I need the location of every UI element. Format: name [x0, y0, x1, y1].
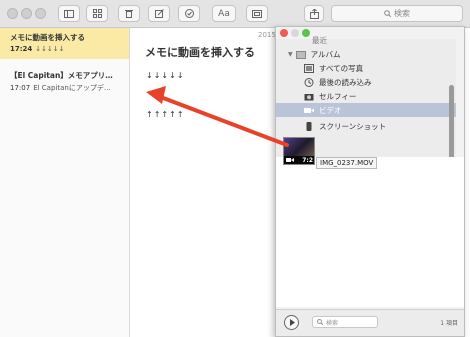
album-item-videos[interactable]: ビデオ	[276, 103, 456, 117]
attachments-button[interactable]	[86, 5, 108, 22]
video-thumbnail[interactable]: 7:2	[283, 137, 315, 165]
notes-window: Aa 検索 メモに動画を挿入する 17:24 ↓↓↓↓↓ 【El Capitan】…	[0, 0, 470, 337]
play-button[interactable]	[284, 315, 299, 330]
panel-search-placeholder: 検索	[326, 319, 339, 327]
album-item-screenshots[interactable]: スクリーンショット	[276, 119, 456, 133]
album-item-all-photos[interactable]: すべての写真	[276, 61, 456, 75]
share-button[interactable]	[304, 5, 324, 22]
note-time: 17:07	[10, 84, 31, 92]
zoom-window-button[interactable]	[35, 8, 46, 19]
note-title: メモに動画を挿入する	[10, 33, 85, 42]
video-icon	[304, 107, 314, 113]
compose-icon	[154, 9, 164, 18]
sidebar-icon	[64, 9, 74, 18]
video-duration: 7:2	[302, 157, 313, 164]
minimize-window-button[interactable]	[21, 8, 32, 19]
tree-scrollbar[interactable]	[449, 85, 454, 161]
toolbar: Aa 検索	[0, 0, 470, 28]
share-icon	[309, 8, 319, 19]
note-date: 2015	[258, 31, 276, 39]
note-body-line[interactable]: ↓↓↓↓↓	[146, 71, 185, 80]
camera-icon	[304, 93, 314, 100]
trash-icon	[125, 10, 133, 18]
search-placeholder: 検索	[394, 9, 410, 18]
font-button-label: Aa	[218, 8, 230, 19]
checkmark-circle-icon	[184, 9, 194, 18]
note-preview: El Capitanにアップデ…	[33, 84, 111, 92]
panel-bottom-bar: 検索 1 項目	[276, 309, 464, 336]
note-time: 17:24	[10, 45, 33, 53]
note-title: 【El Capitan】メモアプリ…	[10, 71, 113, 80]
new-note-button[interactable]	[148, 5, 170, 22]
photos-icon	[304, 63, 314, 73]
photo-browser-panel: 最近 ▼ アルバム すべての写真 最後の読み込み セルフィー ビデオ スクリーン…	[275, 26, 465, 337]
search-icon	[317, 319, 323, 325]
album-item-selfies[interactable]: セルフィー	[276, 89, 456, 103]
note-body-title[interactable]: メモに動画を挿入する	[145, 44, 255, 60]
panel-search-field[interactable]: 検索	[312, 316, 378, 328]
media-grid	[276, 157, 464, 307]
grid-icon	[92, 9, 102, 18]
font-button[interactable]: Aa	[212, 5, 236, 22]
tree-item-partial[interactable]: 最近	[276, 33, 456, 47]
search-icon	[384, 10, 391, 17]
note-body-line[interactable]: ↑↑↑↑↑	[146, 110, 185, 119]
note-item-selected[interactable]: メモに動画を挿入する 17:24 ↓↓↓↓↓	[0, 28, 129, 59]
video-badge-icon	[286, 158, 294, 162]
search-field[interactable]: 検索	[331, 5, 463, 22]
delete-button[interactable]	[118, 5, 140, 22]
album-group-header[interactable]: ▼ アルバム	[276, 47, 456, 61]
phone-icon	[306, 121, 312, 131]
close-window-button[interactable]	[7, 8, 18, 19]
play-icon	[289, 319, 295, 326]
filename-tooltip: IMG_0237.MOV	[316, 157, 378, 169]
table-icon	[252, 9, 262, 18]
album-item-last-import[interactable]: 最後の読み込み	[276, 75, 456, 89]
clock-icon	[304, 77, 314, 87]
note-preview: ↓↓↓↓↓	[35, 45, 65, 53]
table-button[interactable]	[246, 5, 268, 22]
notes-list: メモに動画を挿入する 17:24 ↓↓↓↓↓ 【El Capitan】メモアプリ……	[0, 28, 130, 337]
item-count: 1 項目	[440, 320, 458, 327]
sidebar-toggle-button[interactable]	[58, 5, 80, 22]
checklist-button[interactable]	[178, 5, 200, 22]
disclosure-triangle-icon[interactable]: ▼	[288, 51, 293, 58]
note-item[interactable]: 【El Capitan】メモアプリ… 17:07 El Capitanにアップデ…	[0, 66, 129, 97]
folder-icon	[295, 50, 306, 59]
